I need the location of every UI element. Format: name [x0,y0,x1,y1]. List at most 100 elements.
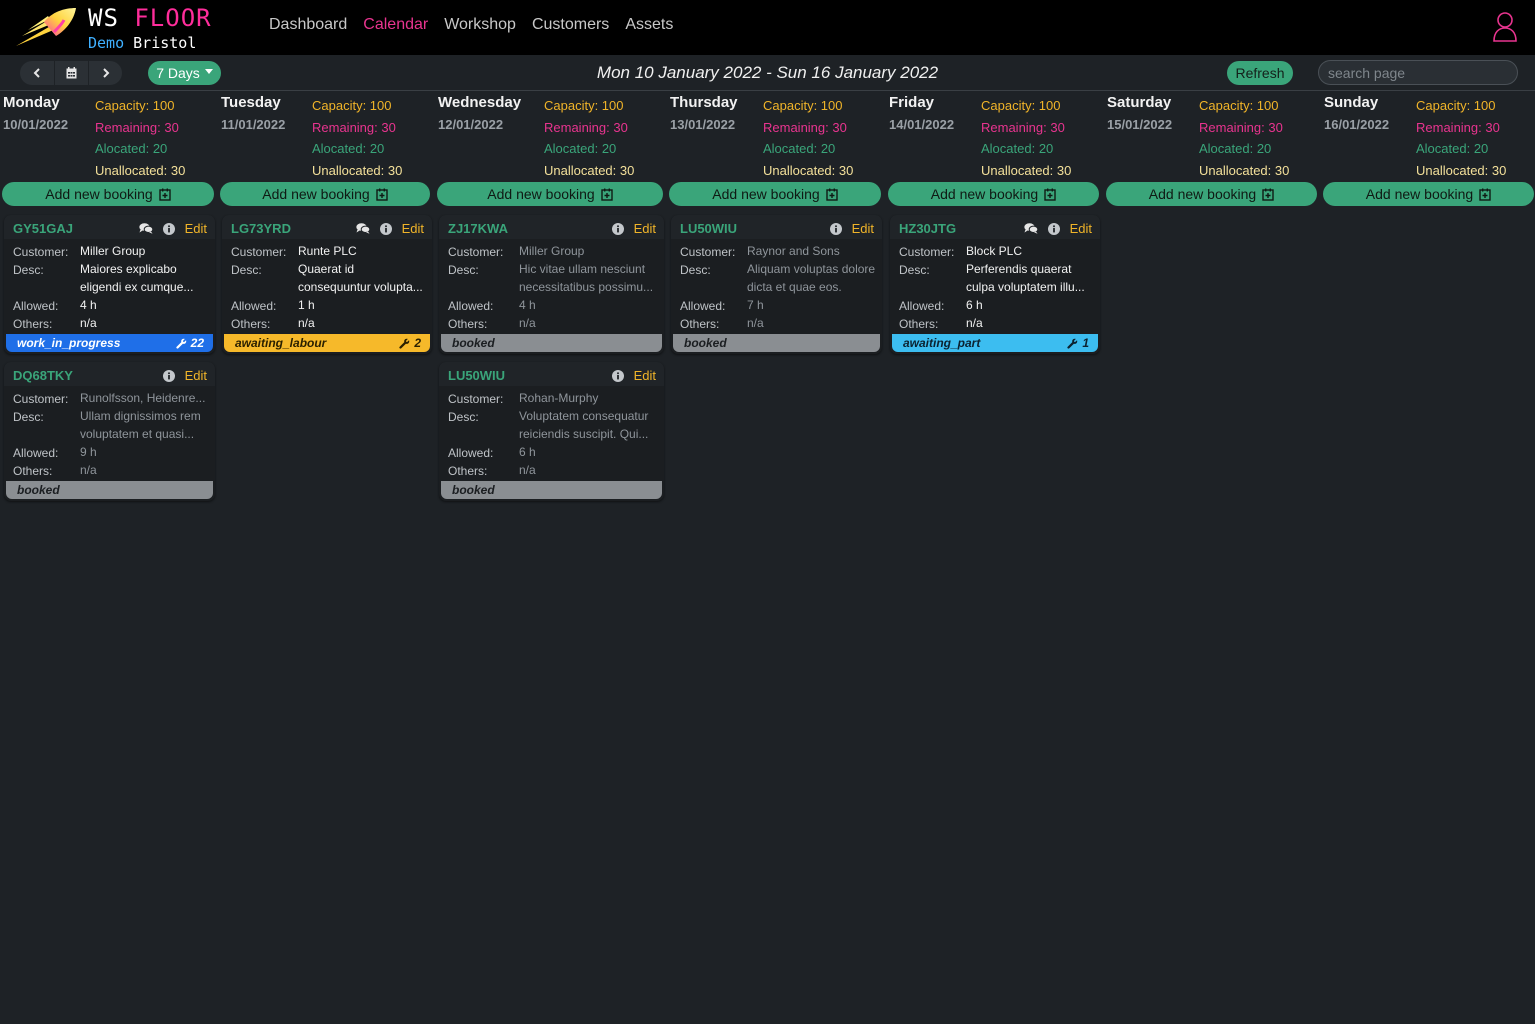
registration[interactable]: GY51GAJ [13,221,73,236]
remaining: Remaining: 30 [1416,119,1500,135]
others-value: n/a [747,316,764,330]
customer-label: Customer: [13,392,69,406]
booking-card[interactable]: LU50WIU Edit Customer: Rohan-Murphy Desc… [439,362,664,501]
booking-card[interactable]: LU50WIU Edit Customer: Raynor and Sons D… [671,215,882,354]
status-label: work_in_progress [17,336,121,350]
comments-icon[interactable] [1023,223,1038,234]
allowed-value: 6 h [519,445,536,459]
wrench-icon [399,338,410,349]
add-booking-button[interactable]: Add new booking [888,182,1099,206]
info-icon[interactable] [1047,222,1060,235]
allocated: Alocated: 20 [1416,141,1489,157]
allowed-label: Allowed: [680,299,726,313]
day-name: Saturday [1107,94,1172,111]
info-icon[interactable] [162,369,175,382]
add-booking-button[interactable]: Add new booking [669,182,881,206]
desc-label: Desc: [448,263,479,277]
info-icon[interactable] [611,369,624,382]
day-date: 13/01/2022 [670,117,736,132]
nav-calendar[interactable]: Calendar [363,16,428,34]
desc-line-1: Ullam dignissimos rem [80,409,201,423]
booking-card[interactable]: DQ68TKY Edit Customer: Runolfsson, Heide… [4,362,215,501]
day-date: 11/01/2022 [221,117,286,132]
logo-demo: Demo [88,34,125,52]
capacity: Capacity: 100 [312,98,392,113]
calendar-plus-icon [826,188,838,201]
others-value: n/a [519,463,536,477]
card-header: LU50WIU Edit [439,362,664,386]
status-label: booked [452,483,495,497]
status-label: booked [17,483,60,497]
nav-assets[interactable]: Assets [625,16,673,34]
card-actions: Edit [611,221,656,236]
edit-link[interactable]: Edit [634,221,656,236]
day-name: Monday [3,94,60,111]
add-booking-label: Add new booking [712,186,820,202]
desc-label: Desc: [13,263,44,277]
booking-card[interactable]: ZJ17KWA Edit Customer: Miller Group Desc… [439,215,664,354]
add-booking-button[interactable]: Add new booking [220,182,430,206]
info-icon[interactable] [379,222,392,235]
calendar-plus-icon [1479,188,1491,201]
info-icon[interactable] [829,222,842,235]
desc-line-2: culpa voluptatem illu... [966,280,1085,294]
desc-line-1: Perferendis quaerat [966,262,1072,276]
day-date: 16/01/2022 [1324,117,1390,132]
user-icon[interactable] [1492,11,1518,43]
info-icon[interactable] [162,222,175,235]
info-icon[interactable] [611,222,624,235]
registration[interactable]: ZJ17KWA [448,221,508,236]
rocket-logo-icon[interactable] [14,6,80,50]
registration[interactable]: LU50WIU [680,221,737,236]
nav-dashboard[interactable]: Dashboard [269,16,347,34]
add-booking-label: Add new booking [45,186,153,202]
edit-link[interactable]: Edit [185,368,207,383]
top-navbar: WS FLOOR Demo Bristol Dashboard Calendar… [0,0,1535,55]
calendar-plus-icon [601,188,613,201]
desc-label: Desc: [448,410,479,424]
brand-logo[interactable]: WS FLOOR Demo Bristol [88,4,212,52]
add-booking-button[interactable]: Add new booking [1323,182,1534,206]
calendar-plus-icon [1262,188,1274,201]
unallocated: Unallocated: 30 [1416,162,1507,178]
add-booking-label: Add new booking [487,186,595,202]
logo-ws: WS [88,4,119,32]
card-header: LU50WIU Edit [671,215,882,239]
add-booking-button[interactable]: Add new booking [1106,182,1317,206]
customer-label: Customer: [680,245,736,259]
registration[interactable]: LG73YRD [231,221,291,236]
edit-link[interactable]: Edit [1070,221,1092,236]
allowed-value: 4 h [519,298,536,312]
registration[interactable]: LU50WIU [448,368,505,383]
date-range-title: Mon 10 January 2022 - Sun 16 January 202… [596,63,939,82]
day-name: Friday [889,94,935,111]
edit-link[interactable]: Edit [402,221,424,236]
add-booking-button[interactable]: Add new booking [437,182,663,206]
day-stats: Capacity: 100 Remaining: 30 Alocated: 20… [1199,95,1289,181]
card-header: DQ68TKY Edit [4,362,215,386]
booking-card[interactable]: HZ30JTG Edit Customer: Block PLC Desc: P… [890,215,1100,354]
registration[interactable]: DQ68TKY [13,368,73,383]
nav-customers[interactable]: Customers [532,16,609,34]
parts-count: 2 [399,336,421,350]
card-actions: Edit [138,221,207,236]
card-actions: Edit [355,221,424,236]
edit-link[interactable]: Edit [185,221,207,236]
comments-icon[interactable] [355,223,370,234]
add-booking-button[interactable]: Add new booking [2,182,214,206]
status-label: awaiting_labour [235,336,327,350]
registration[interactable]: HZ30JTG [899,221,956,236]
comments-icon[interactable] [138,223,153,234]
allowed-value: 1 h [298,298,315,312]
day-stats: Capacity: 100 Remaining: 30 Alocated: 20… [763,95,853,181]
nav-workshop[interactable]: Workshop [444,16,516,34]
booking-card[interactable]: LG73YRD Edit Customer: Runte PLC Desc: Q… [222,215,432,354]
edit-link[interactable]: Edit [852,221,874,236]
card-actions: Edit [1023,221,1092,236]
unallocated: Unallocated: 30 [544,162,635,178]
calendar-plus-icon [159,188,171,201]
desc-line-2: reiciendis suscipit. Qui... [519,427,649,441]
edit-link[interactable]: Edit [634,368,656,383]
parts-count-value: 22 [190,336,204,350]
booking-card[interactable]: GY51GAJ Edit Customer: Miller Group Desc… [4,215,215,354]
